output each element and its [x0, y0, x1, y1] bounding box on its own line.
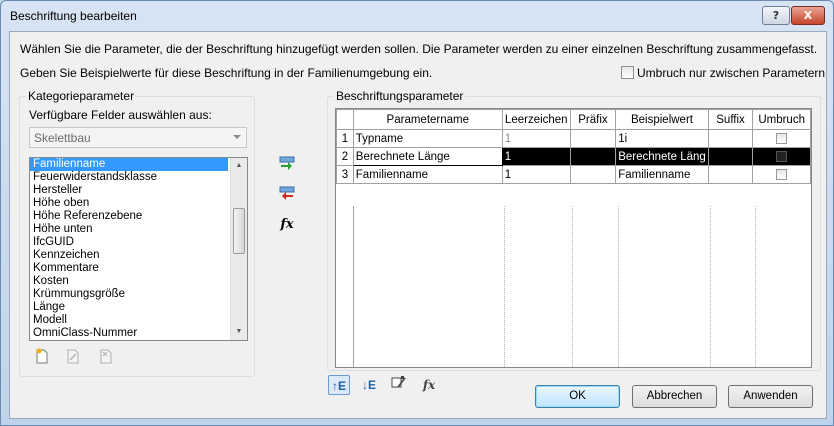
list-item[interactable]: Höhe unten	[30, 223, 247, 236]
wrap-cell[interactable]	[752, 147, 811, 166]
category-select[interactable]: Skelettbau	[29, 127, 247, 148]
table-row[interactable]: 2 Berechnete Länge 1 Berechnete Läng	[336, 147, 811, 166]
scroll-up-icon[interactable]: ▲	[231, 158, 247, 174]
col-header-praefix[interactable]: Präfix	[569, 109, 617, 130]
col-header-suffix[interactable]: Suffix	[707, 109, 754, 130]
title-bar: Beschriftung bearbeiten ? X	[1, 1, 833, 31]
edit-formula-button[interactable]: fx	[418, 375, 440, 395]
dialog-body: Wählen Sie die Parameter, die der Beschr…	[9, 31, 827, 419]
intro-text-1: Wählen Sie die Parameter, die der Beschr…	[20, 42, 818, 56]
cancel-button[interactable]: Abbrechen	[632, 385, 717, 408]
list-item[interactable]: Länge	[30, 301, 247, 314]
wrap-checkbox[interactable]	[776, 168, 788, 180]
list-item[interactable]: Kommentare	[30, 262, 247, 275]
suffix-cell[interactable]	[707, 147, 754, 166]
col-header-parametername[interactable]: Parametername	[352, 109, 503, 130]
list-item[interactable]: OmniClass-Nummer	[30, 327, 247, 340]
spaces-cell[interactable]: 1	[501, 129, 571, 148]
scroll-down-icon[interactable]: ▼	[231, 324, 247, 340]
row-index: 3	[336, 165, 354, 184]
new-parameter-icon[interactable]	[32, 348, 52, 368]
list-item[interactable]: Kosten	[30, 275, 247, 288]
col-header-beispielwert[interactable]: Beispielwert	[615, 109, 709, 130]
row-index: 2	[336, 147, 354, 166]
list-item[interactable]: Kennzeichen	[30, 249, 247, 262]
spaces-cell[interactable]: 1	[501, 165, 571, 184]
apply-button[interactable]: Anwenden	[728, 385, 813, 408]
edit-format-icon[interactable]	[388, 375, 410, 395]
delete-parameter-icon[interactable]	[96, 348, 116, 368]
category-params-legend: Kategorieparameter	[26, 89, 137, 103]
wrap-checkbox[interactable]	[776, 150, 788, 162]
list-item[interactable]: Höhe oben	[30, 197, 247, 210]
wrap-checkbox[interactable]	[621, 66, 634, 79]
prefix-cell[interactable]	[569, 129, 617, 148]
param-name-cell[interactable]: Typname	[352, 129, 503, 148]
col-header-umbruch[interactable]: Umbruch	[752, 109, 811, 130]
table-empty-area	[336, 206, 811, 367]
intro-text-2: Geben Sie Beispielwerte für diese Beschr…	[20, 66, 433, 80]
label-params-table[interactable]: Parametername Leerzeichen Präfix Beispie…	[335, 108, 812, 368]
available-fields-list[interactable]: Familienname Feuerwiderstandsklasse Herste…	[29, 157, 248, 341]
wrap-cell[interactable]	[752, 129, 811, 148]
col-header-leerzeichen[interactable]: Leerzeichen	[501, 109, 571, 130]
sample-value-cell[interactable]: Berechnete Läng	[615, 147, 709, 166]
wrap-checkbox-label: Umbruch nur zwischen Parametern	[637, 66, 826, 80]
dialog-window: Beschriftung bearbeiten ? X Wählen Sie d…	[0, 0, 834, 426]
list-item[interactable]: IfcGUID	[30, 236, 247, 249]
ok-button[interactable]: OK	[535, 385, 620, 408]
help-button[interactable]: ?	[762, 6, 790, 25]
list-item[interactable]: Familienname	[30, 158, 228, 171]
dialog-title: Beschriftung bearbeiten	[10, 9, 137, 23]
remove-parameter-icon[interactable]	[277, 186, 297, 206]
move-up-button[interactable]: ↑E	[328, 375, 350, 395]
table-row[interactable]: 1 Typname 1 1i	[336, 129, 811, 148]
sample-value-cell[interactable]: Familienname	[615, 165, 709, 184]
list-scrollbar[interactable]: ▲ ▼	[230, 158, 247, 340]
edit-parameter-icon[interactable]	[63, 348, 83, 368]
wrap-checkbox[interactable]	[776, 132, 788, 144]
wrap-cell[interactable]	[752, 165, 811, 184]
add-parameter-icon[interactable]	[277, 156, 297, 176]
table-header-row: Parametername Leerzeichen Präfix Beispie…	[336, 109, 811, 130]
close-button[interactable]: X	[791, 6, 825, 25]
table-row[interactable]: 3 Familienname 1 Familienname	[336, 165, 811, 184]
formula-icon[interactable]: fx	[277, 215, 297, 235]
param-name-cell[interactable]: Berechnete Länge	[352, 147, 503, 166]
row-index: 1	[336, 129, 354, 148]
list-item[interactable]: Modell	[30, 314, 247, 327]
param-name-cell[interactable]: Familienname	[352, 165, 503, 184]
list-item[interactable]: Hersteller	[30, 184, 247, 197]
label-params-legend: Beschriftungsparameter	[334, 89, 466, 103]
prefix-cell[interactable]	[569, 165, 617, 184]
scroll-thumb[interactable]	[233, 208, 245, 254]
row-index-header	[336, 109, 354, 130]
category-select-value: Skelettbau	[34, 131, 91, 145]
chevron-down-icon	[233, 135, 241, 139]
suffix-cell[interactable]	[707, 129, 754, 148]
fields-label: Verfügbare Felder auswählen aus:	[29, 108, 212, 122]
list-item[interactable]: Krümmungsgröße	[30, 288, 247, 301]
sample-value-cell[interactable]: 1i	[615, 129, 709, 148]
list-item[interactable]: Höhe Referenzebene	[30, 210, 247, 223]
suffix-cell[interactable]	[707, 165, 754, 184]
prefix-cell[interactable]	[569, 147, 617, 166]
spaces-cell[interactable]: 1	[501, 147, 571, 166]
list-item[interactable]: Feuerwiderstandsklasse	[30, 171, 247, 184]
move-down-button[interactable]: ↓E	[358, 375, 380, 395]
